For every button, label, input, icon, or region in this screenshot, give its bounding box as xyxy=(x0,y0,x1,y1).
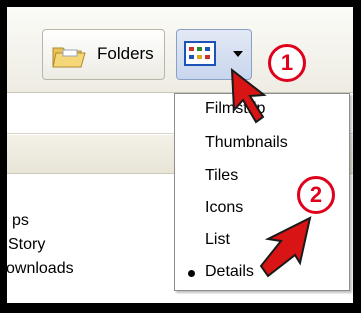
arrow-icon xyxy=(230,67,312,278)
